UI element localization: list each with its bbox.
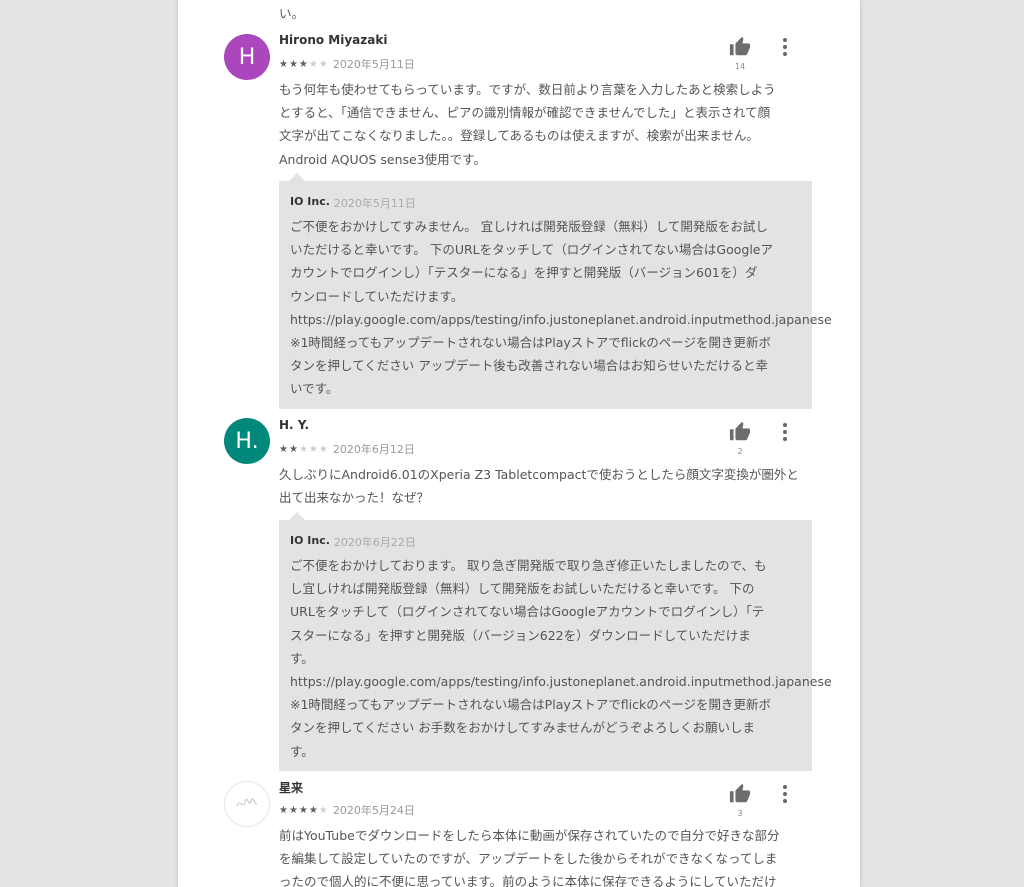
review-text: 前はYouTubeでダウンロードをしたら本体に動画が保存されていたので自分で好き… xyxy=(279,828,780,887)
review-date: 2020年6月12日 xyxy=(332,443,415,456)
helpful-count: 2 xyxy=(737,447,743,456)
reply-date: 2020年5月11日 xyxy=(333,197,416,210)
developer-reply: IO Inc. 2020年6月22日 ご不便をおかけしております。 取り急ぎ開発… xyxy=(279,512,832,771)
reply-header: IO Inc. 2020年6月22日 xyxy=(290,534,416,550)
star-rating: ★★★★★ xyxy=(279,58,329,70)
more-options-icon[interactable] xyxy=(782,38,788,56)
avatar: H xyxy=(224,34,270,80)
review-meta: ★★★★★ 2020年5月11日 xyxy=(279,56,415,72)
review-meta: ★★★★★ 2020年5月24日 xyxy=(279,802,415,818)
reviews-panel: い。 H Hirono Miyazaki ★★★★★ 2020年5月11日 14… xyxy=(178,0,860,887)
more-options-icon[interactable] xyxy=(782,785,788,803)
more-options-icon[interactable] xyxy=(782,423,788,441)
reply-date: 2020年6月22日 xyxy=(333,536,416,549)
star-rating: ★★★★★ xyxy=(279,443,329,455)
thumbs-up-icon[interactable] xyxy=(727,421,753,443)
avatar: H. xyxy=(224,418,270,464)
review-item: H. H. Y. ★★★★★ 2020年6月12日 2 久しぶりにAndroid… xyxy=(178,416,860,516)
reviewer-name: H. Y. xyxy=(279,418,310,432)
reviewer-name: 星来 xyxy=(279,781,304,795)
review-item: 星来 ★★★★★ 2020年5月24日 3 前はYouTubeでダウンロードをし… xyxy=(178,778,860,887)
helpful-count: 3 xyxy=(737,809,743,818)
reply-header: IO Inc. 2020年5月11日 xyxy=(290,195,416,211)
reviewer-name: Hirono Miyazaki xyxy=(279,33,388,47)
developer-reply: IO Inc. 2020年5月11日 ご不便をおかけしてすみません。 宜しければ… xyxy=(279,173,832,409)
review-meta: ★★★★★ 2020年6月12日 xyxy=(279,441,415,457)
signature-avatar-icon xyxy=(236,798,258,807)
reply-text: ご不便をおかけしております。 取り急ぎ開発版で取り急ぎ修正いたしましたので、も … xyxy=(290,558,832,759)
thumbs-up-icon[interactable] xyxy=(727,36,753,58)
developer-name: IO Inc. xyxy=(290,195,330,208)
review-date: 2020年5月24日 xyxy=(332,804,415,817)
avatar xyxy=(224,781,270,827)
review-text: もう何年も使わせてもらっています。ですが、数日前より言葉を入力したあと検索しよう… xyxy=(279,82,776,167)
previous-review-fragment: い。 xyxy=(279,6,305,21)
helpful-count: 14 xyxy=(734,62,746,71)
thumbs-up-icon[interactable] xyxy=(727,783,753,805)
review-text: 久しぶりにAndroid6.01のXperia Z3 Tabletcompact… xyxy=(279,467,799,506)
developer-name: IO Inc. xyxy=(290,534,330,547)
reply-text: ご不便をおかけしてすみません。 宜しければ開発版登録（無料）して開発版をお試し … xyxy=(290,219,832,397)
review-date: 2020年5月11日 xyxy=(332,58,415,71)
star-rating: ★★★★★ xyxy=(279,804,329,816)
